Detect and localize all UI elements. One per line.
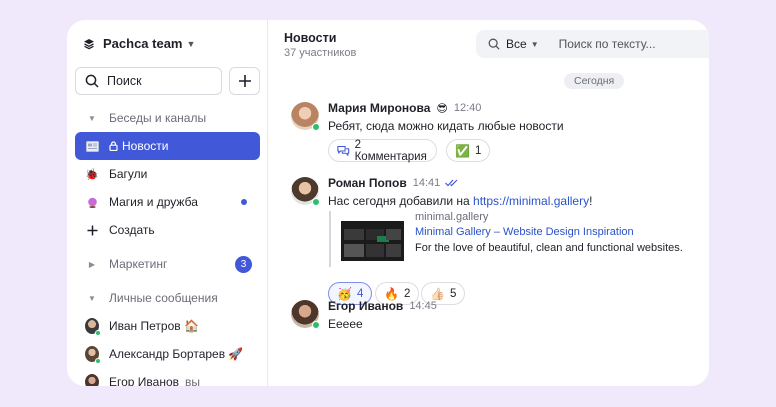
avatar[interactable] [291, 300, 320, 329]
message-text: Еееее [328, 317, 363, 331]
avatar[interactable] [291, 102, 320, 131]
dm-label: Иван Петров 🏠 [109, 319, 199, 333]
team-name: Pachca team [103, 36, 183, 51]
section-dms[interactable]: ▼ Личные сообщения [75, 284, 260, 312]
author-name[interactable]: Мария Миронова [328, 101, 430, 115]
channel-label: Новости [122, 139, 169, 153]
check-mark-icon: ✅ [455, 143, 470, 158]
newspaper-icon [85, 140, 99, 152]
message-text: Нас сегодня добавили на https://minimal.… [328, 194, 592, 208]
reaction-check[interactable]: ✅ 1 [446, 139, 491, 162]
author-name[interactable]: Егор Иванов [328, 299, 403, 313]
channel-item-baguli[interactable]: 🐞 Багули [75, 160, 260, 188]
gallery-thumbnail-icon [341, 221, 404, 261]
online-indicator [312, 123, 320, 131]
search-label: Поиск [107, 74, 142, 88]
reaction-count: 5 [449, 287, 457, 300]
date-divider: Сегодня [564, 73, 625, 89]
double-check-icon [445, 179, 458, 187]
team-switcher[interactable]: Pachca team ▼ [83, 36, 195, 51]
member-count[interactable]: 37 участников [284, 47, 356, 59]
chevron-down-icon: ▼ [530, 39, 539, 49]
dm-item-alexander[interactable]: Александр Бортарев 🚀 [75, 340, 260, 368]
status-emoji: 😎 [436, 102, 448, 115]
comments-button[interactable]: 2 Комментария [328, 138, 438, 163]
link-preview[interactable]: minimal.gallery Minimal Gallery – Websit… [329, 211, 683, 267]
search-icon [488, 38, 500, 50]
section-dms-label: Личные сообщения [109, 291, 218, 305]
caret-down-icon: ▼ [88, 113, 96, 123]
unread-count-badge: 3 [235, 255, 252, 273]
preview-title[interactable]: Minimal Gallery – Website Design Inspira… [415, 226, 634, 238]
reaction-count: 2 [403, 287, 411, 300]
message-time: 14:41 [412, 177, 441, 189]
online-indicator [312, 321, 320, 329]
search-placeholder[interactable]: Поиск по тексту... [559, 37, 656, 51]
search-filter-select[interactable]: Все [506, 37, 527, 51]
author-name[interactable]: Роман Попов [328, 176, 407, 190]
reaction-count: 1 [474, 144, 482, 157]
section-chats-label: Беседы и каналы [109, 111, 207, 125]
message-text: Ребят, сюда можно кидать любые новости [328, 119, 564, 133]
section-marketing-label: Маркетинг [109, 257, 168, 271]
search-icon [85, 74, 99, 88]
plus-icon [85, 225, 99, 236]
new-chat-button[interactable] [229, 67, 260, 95]
channel-item-magic[interactable]: Магия и дружба [75, 188, 260, 216]
dm-item-egor[interactable]: Егор Иванов вы [75, 368, 260, 386]
preview-thumbnail[interactable] [341, 221, 404, 261]
channel-item-news[interactable]: Новости [75, 132, 260, 160]
unread-dot [241, 199, 247, 205]
create-button[interactable]: Создать [75, 216, 260, 244]
online-indicator [95, 330, 101, 336]
dm-label: Александр Бортарев 🚀 [109, 347, 244, 361]
caret-down-icon: ▼ [88, 293, 96, 303]
caret-right-icon: ▶ [88, 259, 96, 269]
avatar [85, 374, 99, 386]
avatar [85, 318, 101, 336]
preview-site: minimal.gallery [415, 211, 489, 223]
channel-label: Багули [109, 167, 148, 181]
message-link[interactable]: https://minimal.gallery [473, 194, 589, 208]
channel-label: Магия и дружба [109, 195, 198, 209]
preview-description: For the love of beautiful, clean and fun… [415, 242, 683, 254]
section-marketing[interactable]: ▶ Маркетинг 3 [75, 250, 260, 278]
crystal-ball-icon [85, 197, 99, 208]
message-time: 12:40 [453, 102, 482, 114]
stack-logo-icon [84, 38, 94, 49]
reaction-count: 4 [356, 287, 364, 300]
lock-icon [109, 141, 118, 151]
self-suffix: вы [185, 375, 201, 386]
message-search[interactable]: Все ▼ Поиск по тексту... [476, 30, 709, 58]
chat-panel: Новости 37 участников Все ▼ Поиск по тек… [269, 20, 709, 386]
sidebar: Pachca team ▼ Поиск ▼ Беседы и каналы Но… [67, 20, 268, 386]
avatar [85, 346, 101, 364]
dm-item-ivan[interactable]: Иван Петров 🏠 [75, 312, 260, 340]
avatar[interactable] [291, 177, 320, 206]
comments-label: 2 Комментария [354, 138, 427, 163]
plus-icon [238, 75, 251, 87]
channel-title[interactable]: Новости [284, 31, 336, 45]
online-indicator [95, 358, 101, 364]
comments-icon [337, 145, 350, 156]
chevron-down-icon: ▼ [186, 38, 196, 49]
text-prefix: Нас сегодня добавили на [328, 194, 474, 208]
section-chats[interactable]: ▼ Беседы и каналы [75, 104, 260, 132]
ladybug-icon: 🐞 [85, 168, 99, 181]
sidebar-search[interactable]: Поиск [75, 67, 222, 95]
online-indicator [312, 198, 320, 206]
create-label: Создать [109, 223, 155, 237]
message-time: 14:45 [409, 300, 437, 312]
dm-label: Егор Иванов [109, 375, 180, 386]
app-window: Pachca team ▼ Поиск ▼ Беседы и каналы Но… [67, 20, 709, 386]
text-suffix: ! [589, 194, 593, 208]
